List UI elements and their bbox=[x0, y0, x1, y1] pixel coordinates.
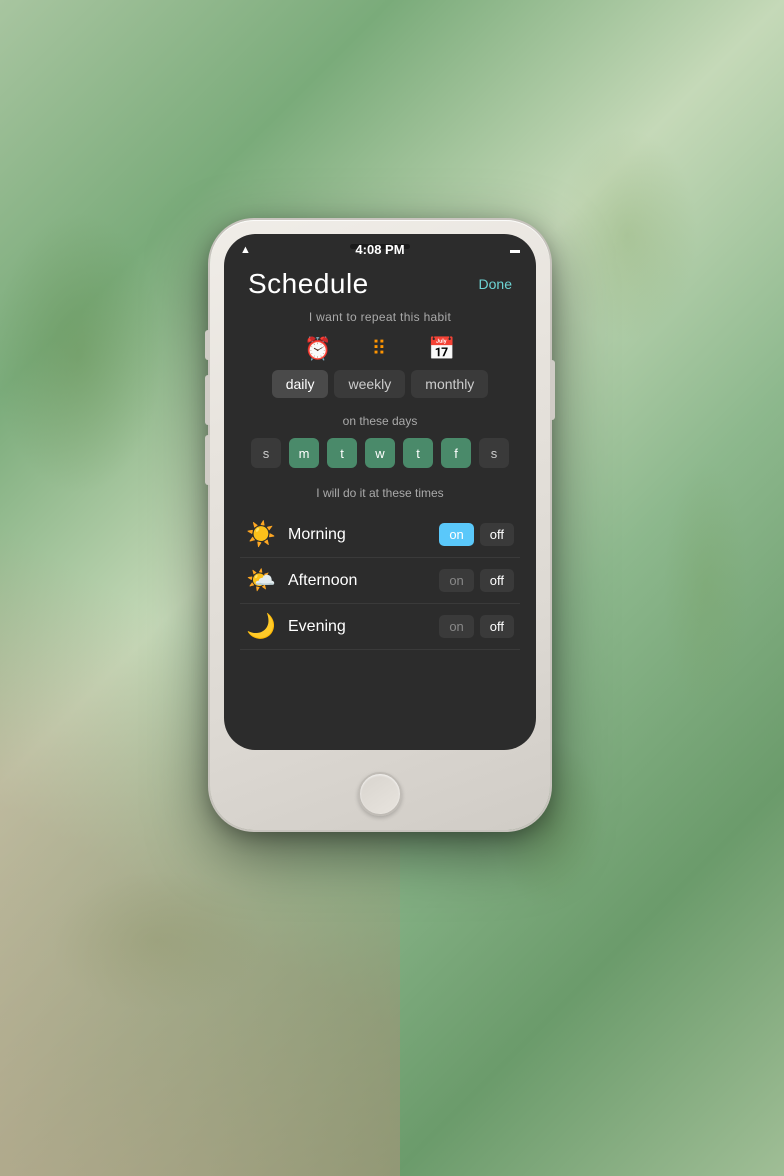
day-s1[interactable]: s bbox=[251, 438, 281, 468]
phone: ▲ 4:08 PM ▬ Schedule Done I want to repe… bbox=[210, 220, 550, 830]
frequency-heading: I want to repeat this habit bbox=[240, 310, 520, 324]
weekly-button[interactable]: weekly bbox=[334, 370, 405, 398]
afternoon-on-button[interactable]: on bbox=[439, 569, 473, 592]
times-heading: I will do it at these times bbox=[240, 486, 520, 500]
daily-button[interactable]: daily bbox=[272, 370, 329, 398]
day-f[interactable]: f bbox=[441, 438, 471, 468]
day-s2[interactable]: s bbox=[479, 438, 509, 468]
morning-off-button[interactable]: off bbox=[480, 523, 514, 546]
status-time: 4:08 PM bbox=[355, 242, 404, 257]
afternoon-icon: 🌤️ bbox=[246, 566, 282, 595]
monthly-button[interactable]: monthly bbox=[411, 370, 488, 398]
morning-row: ☀️ Morning on off bbox=[240, 512, 520, 558]
afternoon-toggle: on off bbox=[439, 569, 514, 592]
status-left: ▲ bbox=[240, 244, 251, 256]
morning-on-button[interactable]: on bbox=[439, 523, 473, 546]
days-heading: on these days bbox=[240, 414, 520, 428]
status-right: ▬ bbox=[510, 245, 520, 256]
status-bar: ▲ 4:08 PM ▬ bbox=[224, 234, 536, 262]
afternoon-label: Afternoon bbox=[288, 572, 439, 590]
evening-toggle: on off bbox=[439, 615, 514, 638]
day-t1[interactable]: t bbox=[327, 438, 357, 468]
day-m[interactable]: m bbox=[289, 438, 319, 468]
volume-up-button bbox=[205, 375, 210, 425]
day-t2[interactable]: t bbox=[403, 438, 433, 468]
frequency-buttons: daily weekly monthly bbox=[240, 370, 520, 398]
evening-label: Evening bbox=[288, 618, 439, 636]
afternoon-row: 🌤️ Afternoon on off bbox=[240, 558, 520, 604]
phone-shell: ▲ 4:08 PM ▬ Schedule Done I want to repe… bbox=[210, 220, 550, 830]
evening-row: 🌙 Evening on off bbox=[240, 604, 520, 650]
app-title: Schedule bbox=[248, 268, 369, 300]
evening-off-button[interactable]: off bbox=[480, 615, 514, 638]
home-button[interactable] bbox=[358, 772, 402, 816]
done-button[interactable]: Done bbox=[479, 276, 512, 292]
app-header: Schedule Done bbox=[240, 262, 520, 310]
volume-down-button bbox=[205, 435, 210, 485]
frequency-icons: ⏰ ⠿ 📅 bbox=[240, 336, 520, 362]
clock-icon[interactable]: ⏰ bbox=[304, 336, 331, 362]
morning-toggle: on off bbox=[439, 523, 514, 546]
power-button bbox=[550, 360, 555, 420]
evening-on-button[interactable]: on bbox=[439, 615, 473, 638]
battery-icon: ▬ bbox=[510, 245, 520, 256]
calendar-icon[interactable]: 📅 bbox=[428, 336, 455, 362]
morning-icon: ☀️ bbox=[246, 520, 282, 549]
phone-screen: ▲ 4:08 PM ▬ Schedule Done I want to repe… bbox=[224, 234, 536, 750]
mute-button bbox=[205, 330, 210, 360]
days-row: s m t w t f s bbox=[240, 438, 520, 468]
afternoon-off-button[interactable]: off bbox=[480, 569, 514, 592]
morning-label: Morning bbox=[288, 526, 439, 544]
wifi-icon: ▲ bbox=[240, 244, 251, 256]
evening-icon: 🌙 bbox=[246, 612, 282, 641]
app-content: Schedule Done I want to repeat this habi… bbox=[224, 262, 536, 650]
day-w[interactable]: w bbox=[365, 438, 395, 468]
dots-icon[interactable]: ⠿ bbox=[372, 336, 389, 362]
